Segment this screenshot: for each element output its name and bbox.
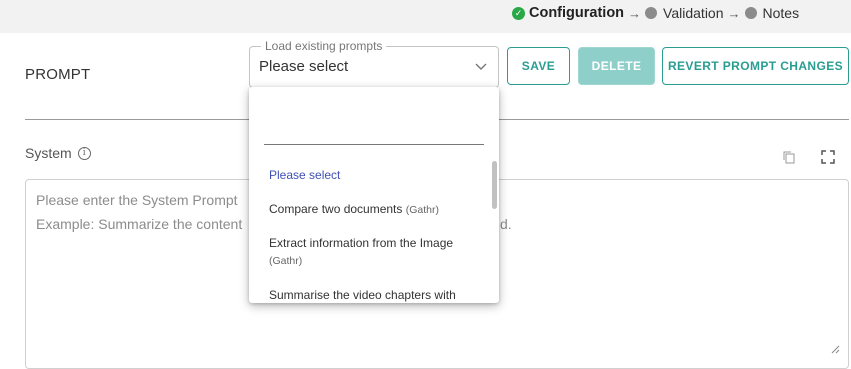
prompts-dropdown-menu: Please select Compare two documents (Gat… — [249, 87, 499, 303]
check-circle-icon: ✓ — [512, 6, 525, 20]
pending-dot-icon — [744, 7, 757, 19]
resize-handle-icon[interactable] — [830, 344, 840, 354]
option-label: Compare two documents — [269, 202, 403, 216]
select-legend: Load existing prompts — [261, 39, 387, 53]
arrow-right-icon: → — [628, 5, 642, 21]
save-button[interactable]: SAVE — [507, 47, 570, 85]
dropdown-option-summarise-video[interactable]: Summarise the video chapters with — [269, 287, 474, 303]
system-label: System i — [25, 145, 91, 161]
fullscreen-icon[interactable] — [821, 150, 835, 164]
step-label: Configuration — [529, 5, 625, 21]
option-label: Summarise the video chapters with — [269, 288, 456, 302]
dropdown-option-please-select[interactable]: Please select — [269, 167, 474, 184]
option-tag: (Gathr) — [405, 204, 440, 216]
revert-prompt-changes-button[interactable]: REVERT PROMPT CHANGES — [662, 47, 849, 85]
system-label-text: System — [25, 145, 72, 161]
progress-stepper: ✓ Configuration → Validation → Notes — [512, 5, 799, 21]
dropdown-option-extract-information[interactable]: Extract information from the Image (Gath… — [269, 235, 474, 270]
arrow-right-icon: → — [727, 5, 741, 21]
dropdown-search-input[interactable] — [264, 127, 484, 145]
delete-button[interactable]: DELETE — [578, 47, 655, 85]
option-tag: (Gathr) — [269, 255, 303, 267]
dropdown-scrollbar-thumb[interactable] — [492, 161, 497, 209]
step-label: Validation — [663, 5, 724, 21]
chevron-down-icon — [475, 63, 487, 70]
step-configuration[interactable]: ✓ Configuration — [512, 5, 624, 21]
stepper-bar: ✓ Configuration → Validation → Notes — [0, 0, 851, 33]
info-icon[interactable]: i — [77, 146, 91, 160]
select-value: Please select — [259, 58, 349, 75]
placeholder-line: Please enter the System Prompt — [36, 192, 238, 208]
prompt-section-title: PROMPT — [25, 66, 91, 83]
step-validation[interactable]: Validation — [645, 5, 724, 21]
placeholder-line: Example: Summarize the content — [36, 216, 243, 232]
pending-dot-icon — [645, 7, 658, 19]
option-label: Please select — [269, 168, 341, 182]
copy-icon[interactable] — [782, 150, 796, 164]
option-label: Extract information from the Image — [269, 236, 454, 250]
step-label: Notes — [762, 5, 800, 21]
placeholder-line-tail: d. — [500, 216, 512, 232]
dropdown-option-compare-two-documents[interactable]: Compare two documents (Gathr) — [269, 201, 474, 219]
step-notes[interactable]: Notes — [744, 5, 800, 21]
